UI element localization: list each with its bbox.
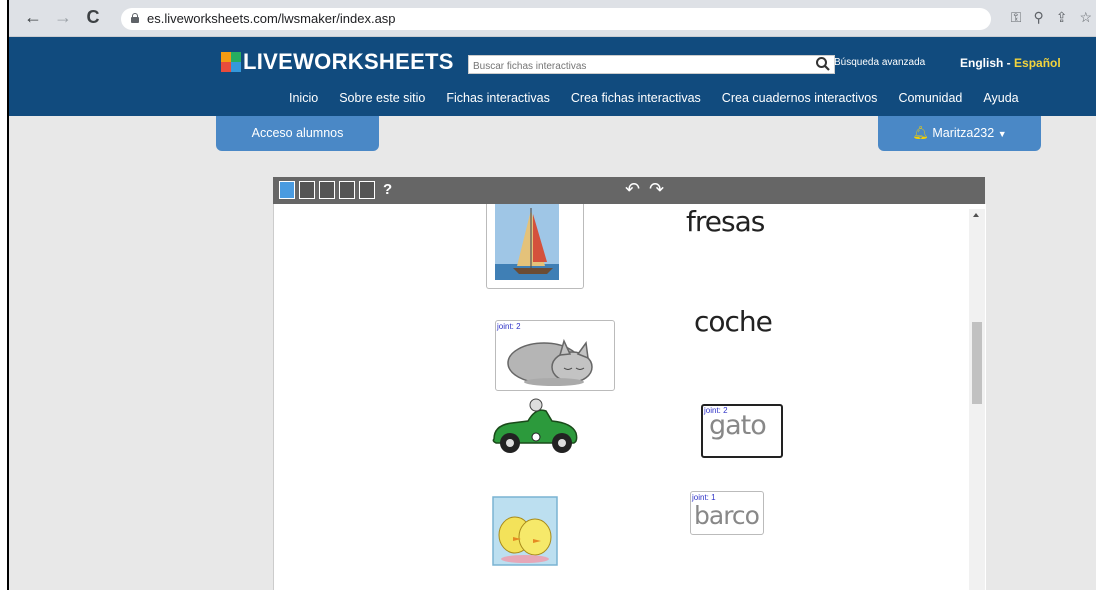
preview-tool-icon[interactable]: [299, 181, 315, 199]
answer-box-gato[interactable]: joint: 2 gato: [701, 404, 783, 458]
menu-sobre[interactable]: Sobre este sitio: [339, 91, 425, 105]
lang-english-link[interactable]: English: [960, 56, 1003, 70]
address-bar[interactable]: es.liveworksheets.com/lwsmaker/index.asp: [121, 8, 991, 30]
chevron-down-icon: ▼: [997, 129, 1007, 139]
forward-arrow-icon[interactable]: →: [53, 7, 73, 27]
bell-icon: 🔔︎: [912, 125, 929, 140]
word-coche[interactable]: coche: [694, 305, 773, 338]
menu-comunidad[interactable]: Comunidad: [898, 91, 962, 105]
worksheet-scrollbar[interactable]: [969, 209, 985, 590]
reload-icon[interactable]: C: [83, 7, 103, 27]
screen: ← → C es.liveworksheets.com/lwsmaker/ind…: [0, 0, 1096, 590]
main-menu: Inicio Sobre este sitio Fichas interacti…: [289, 91, 1040, 105]
lock-icon: [131, 13, 139, 23]
car-picture[interactable]: [490, 395, 580, 459]
help-icon[interactable]: ?: [383, 181, 392, 199]
back-arrow-icon[interactable]: ←: [23, 7, 43, 27]
menu-crea-cuadernos[interactable]: Crea cuadernos interactivos: [722, 91, 878, 105]
menu-crea-fichas[interactable]: Crea fichas interactivas: [571, 91, 701, 105]
search-input[interactable]: [469, 58, 807, 75]
cat-picture[interactable]: joint: 2: [495, 320, 615, 391]
joint-label: joint: 2: [497, 322, 521, 331]
scroll-thumb[interactable]: [972, 322, 982, 404]
word-fresas[interactable]: fresas: [686, 205, 765, 238]
worksheet-canvas: [273, 204, 986, 590]
lang-spanish-link[interactable]: Español: [1014, 56, 1061, 70]
word-barco: barco: [694, 501, 760, 530]
word-gato: gato: [709, 410, 767, 441]
sailboat-picture: [486, 204, 584, 289]
key-icon[interactable]: ⚿: [1011, 9, 1022, 26]
students-access-button[interactable]: Acceso alumnos: [216, 116, 379, 151]
share-icon[interactable]: ⇪: [1056, 9, 1068, 26]
logo-text: LIVEWORKSHEETS: [243, 49, 454, 74]
answer-box-barco[interactable]: joint: 1 barco: [690, 491, 764, 535]
delete-tool-icon[interactable]: [339, 181, 355, 199]
logo-mark-icon: [221, 52, 241, 72]
menu-fichas[interactable]: Fichas interactivas: [446, 91, 550, 105]
search-icon[interactable]: [815, 56, 831, 72]
advanced-search-link[interactable]: Búsqueda avanzada: [834, 57, 925, 68]
username: Maritza232: [932, 126, 995, 140]
check-tool-icon[interactable]: [319, 181, 335, 199]
site-logo[interactable]: LIVEWORKSHEETS: [221, 49, 454, 75]
star-icon[interactable]: ☆: [1079, 9, 1092, 26]
chicks-picture[interactable]: [491, 495, 559, 567]
browser-toolbar: ← → C es.liveworksheets.com/lwsmaker/ind…: [9, 0, 1096, 37]
language-switch: English - Español: [960, 56, 1061, 70]
menu-inicio[interactable]: Inicio: [289, 91, 318, 105]
lang-separator: -: [1003, 56, 1015, 70]
info-tool-icon[interactable]: [359, 181, 375, 199]
zoom-icon[interactable]: ⚲: [1033, 9, 1043, 26]
undo-icon[interactable]: ↶: [625, 179, 640, 200]
edit-tool-icon[interactable]: [279, 181, 295, 199]
search-box: [468, 55, 835, 75]
scroll-up-icon[interactable]: [973, 213, 979, 217]
url-text: es.liveworksheets.com/lwsmaker/index.asp: [147, 11, 396, 26]
user-menu-button[interactable]: 🔔︎ Maritza232 ▼: [878, 116, 1041, 151]
redo-icon[interactable]: ↷: [649, 179, 664, 200]
site-header: LIVEWORKSHEETS Búsqueda avanzada English…: [9, 37, 1096, 116]
menu-ayuda[interactable]: Ayuda: [983, 91, 1018, 105]
editor-toolbar: ? ↶ ↷: [273, 177, 985, 204]
